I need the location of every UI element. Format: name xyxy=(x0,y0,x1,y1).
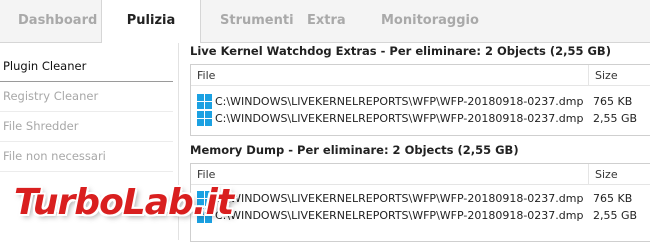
file-size: 2,55 GB xyxy=(593,209,638,222)
file-path: C:\WINDOWS\LIVEKERNELREPORTS\WFP\WFP-201… xyxy=(215,192,584,205)
table-row[interactable]: C:\WINDOWS\LIVEKERNELREPORTS\WFP\WFP-201… xyxy=(191,190,650,207)
file-path: C:\WINDOWS\LIVEKERNELREPORTS\WFP\WFP-201… xyxy=(215,95,584,108)
column-header-file[interactable]: File xyxy=(197,69,215,82)
tab-monitoraggio[interactable]: Monitoraggio xyxy=(381,0,479,42)
table-row[interactable]: C:\WINDOWS\LIVEKERNELREPORTS\WFP\WFP-201… xyxy=(191,207,650,224)
table-row[interactable]: C:\WINDOWS\LIVEKERNELREPORTS\WFP\WFP-201… xyxy=(191,93,650,110)
tab-strumenti[interactable]: Strumenti xyxy=(220,0,294,42)
column-header-size[interactable]: Size xyxy=(595,69,618,82)
tab-extra[interactable]: Extra xyxy=(307,0,346,42)
sidebar-item-file-non-necessari[interactable]: File non necessari xyxy=(0,142,173,172)
tab-dashboard[interactable]: Dashboard xyxy=(18,0,97,42)
windows-icon xyxy=(197,111,212,126)
list-header: File Size xyxy=(191,65,650,86)
sidebar-item-registry-cleaner[interactable]: Registry Cleaner xyxy=(0,82,173,112)
table-row[interactable]: C:\WINDOWS\LIVEKERNELREPORTS\WFP\WFP-201… xyxy=(191,110,650,127)
file-size: 765 KB xyxy=(593,192,633,205)
windows-icon xyxy=(197,94,212,109)
sidebar-item-file-shredder[interactable]: File Shredder xyxy=(0,112,173,142)
column-header-file[interactable]: File xyxy=(197,168,215,181)
file-path: C:\WINDOWS\LIVEKERNELREPORTS\WFP\WFP-201… xyxy=(215,112,584,125)
section-title-memory-dump: Memory Dump - Per eliminare: 2 Objects (… xyxy=(190,143,519,157)
file-list-memory-dump[interactable]: File Size C:\WINDOWS\LIVEKERNELREPORTS\W… xyxy=(190,163,650,242)
turbolab-watermark: TurboLab.it xyxy=(14,182,234,223)
file-list-live-kernel[interactable]: File Size C:\WINDOWS\LIVEKERNELREPORTS\W… xyxy=(190,64,650,136)
file-size: 2,55 GB xyxy=(593,112,638,125)
list-header: File Size xyxy=(191,164,650,185)
file-path: C:\WINDOWS\LIVEKERNELREPORTS\WFP\WFP-201… xyxy=(215,209,584,222)
column-header-size[interactable]: Size xyxy=(595,168,618,181)
tab-pulizia[interactable]: Pulizia xyxy=(101,0,201,43)
sidebar-item-plugin-cleaner[interactable]: Plugin Cleaner xyxy=(0,52,173,82)
file-size: 765 KB xyxy=(593,95,633,108)
main-tabbar: Dashboard Pulizia Strumenti Extra Monito… xyxy=(0,0,650,43)
column-divider[interactable] xyxy=(588,65,589,85)
column-divider[interactable] xyxy=(588,164,589,184)
section-title-live-kernel: Live Kernel Watchdog Extras - Per elimin… xyxy=(190,44,611,58)
